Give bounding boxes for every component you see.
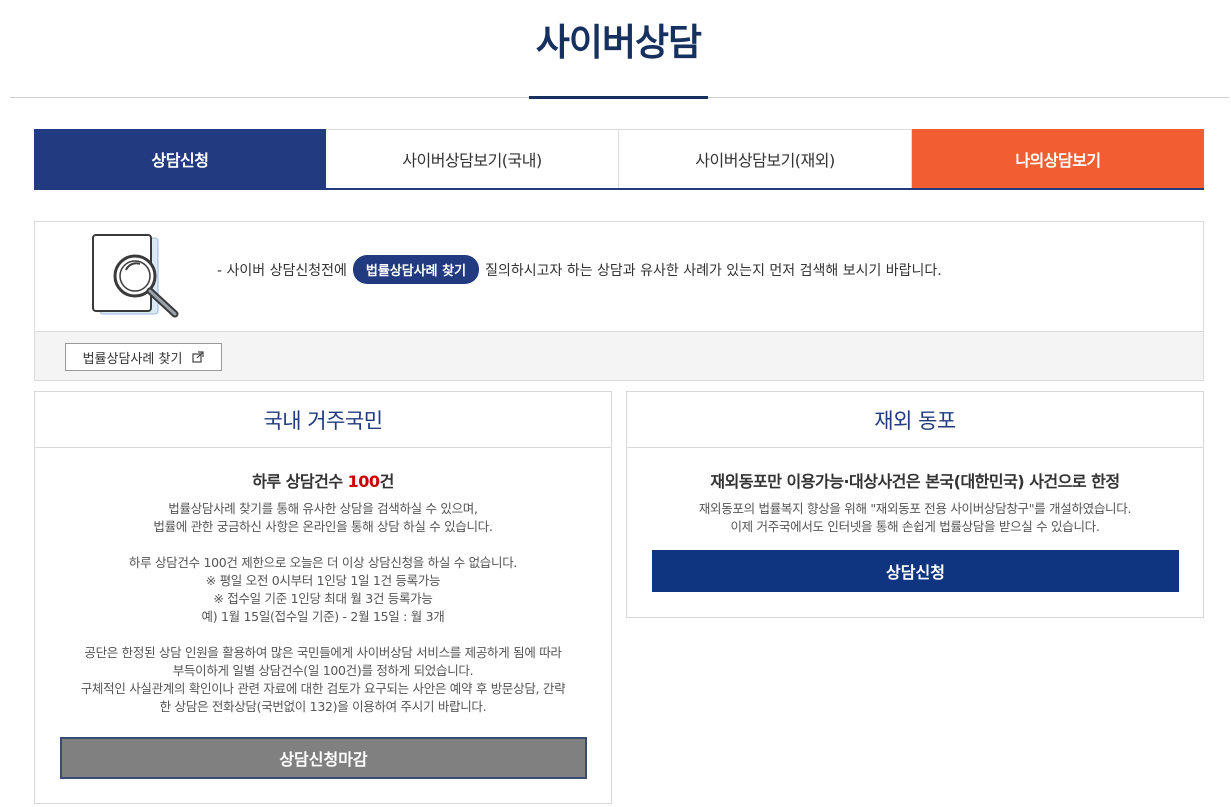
title-accent-bar	[529, 96, 708, 99]
tab-apply[interactable]: 상담신청	[34, 129, 326, 188]
notice-text-after: 질의하시고자 하는 상담과 유사한 사례가 있는지 먼저 검색해 보시기 바랍니…	[485, 262, 942, 279]
domestic-heading: 국내 거주국민	[35, 392, 611, 448]
overseas-apply-button[interactable]: 상담신청	[652, 550, 1179, 592]
overseas-panel: 재외 동포 재외동포만 이용가능·대상사건은 본국(대한민국) 사건으로 한정 …	[626, 391, 1204, 618]
daily-limit-prefix: 하루 상담건수	[252, 472, 348, 491]
domestic-line: 구체적인 사실관계의 확인이나 관련 자료에 대한 검토가 요구되는 사안은 예…	[80, 681, 566, 696]
domestic-line: ※ 접수일 기준 1인당 최대 월 3건 등록가능	[213, 591, 433, 606]
tab-bar: 상담신청 사이버상담보기(국내) 사이버상담보기(재외) 나의상담보기	[34, 129, 1204, 190]
overseas-subtitle: 재외동포만 이용가능·대상사건은 본국(대한민국) 사건으로 한정	[710, 472, 1120, 491]
domestic-para-3: 공단은 한정된 상담 인원을 활용하여 많은 국민들에게 사이버상담 서비스를 …	[35, 644, 611, 716]
tab-view-overseas[interactable]: 사이버상담보기(재외)	[619, 129, 912, 188]
case-search-pill[interactable]: 법률상담사례 찾기	[352, 255, 480, 284]
notice-text-before: - 사이버 상담신청전에	[217, 262, 347, 279]
domestic-line: ※ 평일 오전 0시부터 1인당 1일 1건 등록가능	[205, 573, 441, 588]
domestic-line: 법률상담사례 찾기를 통해 유사한 상담을 검색하실 수 있으며,	[168, 501, 478, 516]
page-title: 사이버상담	[535, 21, 702, 64]
overseas-line: 이제 거주국에서도 인터넷을 통해 손쉽게 법률상담을 받으실 수 있습니다.	[730, 519, 1100, 534]
tab-my-consultations[interactable]: 나의상담보기	[912, 129, 1204, 188]
domestic-line: 부득이하게 일별 상담건수(일 100건)를 정하게 되었습니다.	[172, 663, 474, 678]
daily-limit-suffix: 건	[379, 472, 395, 491]
domestic-line: 법률에 관한 궁금하신 사항은 온라인을 통해 상담 하실 수 있습니다.	[153, 519, 493, 534]
notice-box: - 사이버 상담신청전에 법률상담사례 찾기 질의하시고자 하는 상담과 유사한…	[34, 221, 1204, 381]
daily-limit-title: 하루 상담건수 100건	[35, 468, 611, 492]
domestic-line: 한 상담은 전화상담(국번없이 132)을 이용하여 주시기 바랍니다.	[159, 699, 487, 714]
overseas-heading: 재외 동포	[627, 392, 1203, 448]
domestic-para-1: 법률상담사례 찾기를 통해 유사한 상담을 검색하실 수 있으며, 법률에 관한…	[35, 500, 611, 536]
external-link-icon	[192, 351, 205, 363]
application-closed-button[interactable]: 상담신청마감	[60, 737, 587, 779]
tab-view-domestic[interactable]: 사이버상담보기(국내)	[326, 129, 619, 188]
overseas-line: 재외동포의 법률복지 향상을 위해 "재외동포 전용 사이버상담창구"를 개설하…	[698, 501, 1132, 516]
domestic-line: 공단은 한정된 상담 인원을 활용하여 많은 국민들에게 사이버상담 서비스를 …	[84, 645, 562, 660]
notice-message: - 사이버 상담신청전에 법률상담사례 찾기 질의하시고자 하는 상담과 유사한…	[217, 255, 942, 284]
daily-limit-count: 100	[347, 472, 380, 491]
case-search-button-label: 법률상담사례 찾기	[82, 351, 183, 367]
domestic-line: 하루 상담건수 100건 제한으로 오늘은 더 이상 상담신청을 하실 수 없습…	[128, 555, 518, 570]
case-search-button[interactable]: 법률상담사례 찾기	[65, 343, 222, 371]
domestic-panel: 국내 거주국민 하루 상담건수 100건 법률상담사례 찾기를 통해 유사한 상…	[34, 391, 612, 804]
domestic-line: 예) 1월 15일(접수일 기준) - 2월 15일 : 월 3개	[201, 609, 445, 624]
document-search-icon	[92, 234, 179, 318]
domestic-para-2: 하루 상담건수 100건 제한으로 오늘은 더 이상 상담신청을 하실 수 없습…	[35, 554, 611, 626]
overseas-para: 재외동포의 법률복지 향상을 위해 "재외동포 전용 사이버상담창구"를 개설하…	[627, 500, 1203, 536]
